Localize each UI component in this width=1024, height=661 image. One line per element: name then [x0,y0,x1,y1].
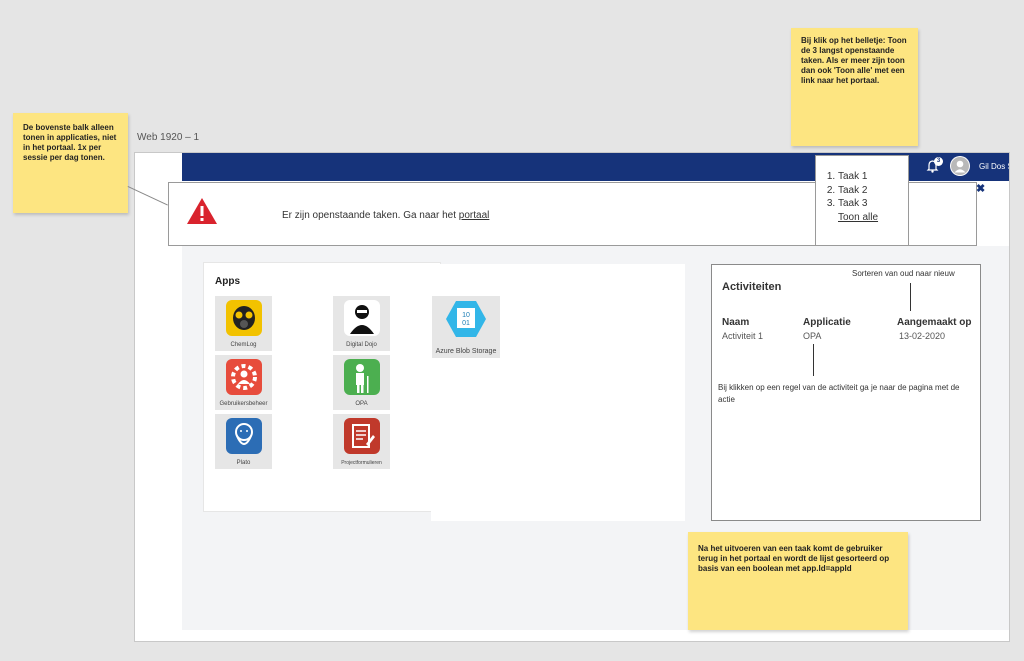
sort-note: Sorteren van oud naar nieuw [852,269,955,278]
svg-text:01: 01 [462,320,470,327]
philosopher-icon [225,418,262,454]
avatar[interactable] [950,156,970,176]
ninja-icon [343,300,380,336]
task-item[interactable]: Taak 3 [838,197,908,211]
user-name[interactable]: Gil Dos Sa [979,162,1009,171]
app-tile-opa[interactable]: OPA [333,355,390,410]
task-item[interactable]: Taak 1 [838,170,908,184]
user-gear-icon [225,359,262,395]
app-tile-projectformulieren[interactable]: Projectformulieren [333,414,390,469]
form-icon [343,418,380,454]
annotation-line [910,283,911,311]
gas-mask-icon [225,300,262,336]
app-tile-plato[interactable]: Plato [215,414,272,469]
table-row-naam[interactable]: Activiteit 1 [722,331,763,341]
apps-title: Apps [215,276,240,287]
show-all-link[interactable]: Toon alle [838,212,878,223]
app-tile-azure-blob-storage[interactable]: 10 01 Azure Blob Storage [432,296,500,358]
app-tile-chemlog[interactable]: ChemLog [215,296,272,351]
frame-label: Web 1920 – 1 [137,132,200,143]
app-tile-gebruikersbeheer[interactable]: Gebruikersbeheer [215,355,272,410]
blob-storage-icon: 10 01 [445,299,487,339]
annotation-line [813,344,814,376]
task-item[interactable]: Taak 2 [838,184,908,198]
banner-message: Er zijn openstaande taken. Ga naar het p… [282,210,490,221]
portal-link[interactable]: portaal [459,210,490,221]
elder-person-icon [343,359,380,395]
close-icon[interactable]: ✖ [976,182,985,195]
column-header-aangemaakt: Aangemaakt op [897,317,972,328]
svg-text:10: 10 [462,312,470,319]
column-header-naam: Naam [722,317,750,328]
sticky-note-bell: Bij klik op het belletje: Toon de 3 lang… [791,28,918,146]
sticky-note-after-task: Na het uitvoeren van een taak komt de ge… [688,532,908,630]
notification-badge: 3 [934,157,943,166]
column-header-applicatie: Applicatie [803,317,851,328]
table-row-applicatie[interactable]: OPA [803,331,821,341]
activities-title: Activiteiten [722,281,782,293]
sticky-note-top-bar: De bovenste balk alleen tonen in applica… [13,113,128,213]
tasks-dropdown: Taak 1 Taak 2 Taak 3 Toon alle [815,155,909,246]
app-tile-digital-dojo[interactable]: Digital Dojo [333,296,390,351]
warning-icon [186,197,218,225]
table-row-datum[interactable]: 13-02-2020 [899,331,945,341]
click-note: Bij klikken op een regel van de activite… [718,383,960,404]
